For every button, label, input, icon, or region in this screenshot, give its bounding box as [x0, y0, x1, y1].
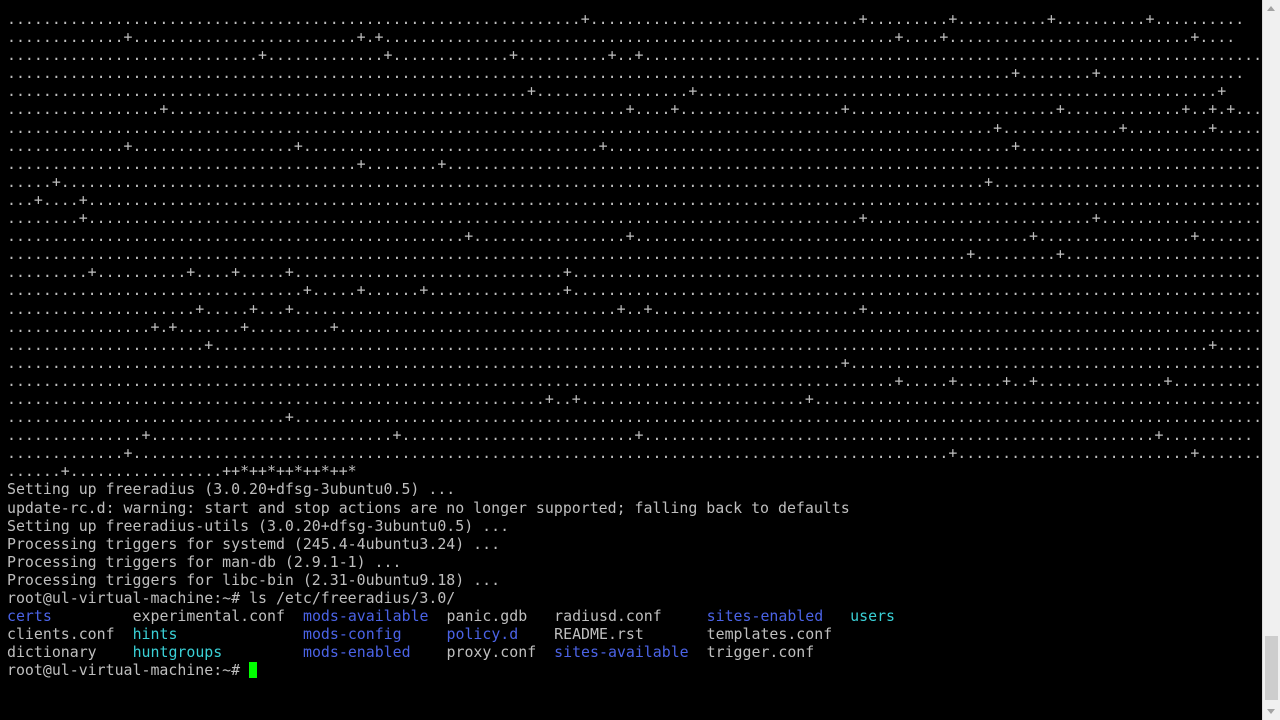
key-art-line: ........................................… — [7, 119, 1262, 137]
key-art-line: ........................................… — [7, 372, 1262, 390]
listing-entry: sites-enabled — [706, 607, 824, 626]
listing-entry: sites-available — [554, 643, 689, 662]
key-art-line: .............+..........................… — [7, 444, 1262, 462]
key-art-text: .........+..........+....+.....+........… — [7, 263, 1262, 282]
key-art-text: ........................................… — [7, 371, 1262, 390]
key-art-line: ......................+.................… — [7, 336, 1262, 354]
output-line: Processing triggers for systemd (245.4-4… — [7, 535, 1262, 553]
key-art-line: ........................................… — [7, 82, 1262, 100]
output-line: update-rc.d: warning: start and stop act… — [7, 499, 1262, 517]
key-art-line: ........+...............................… — [7, 209, 1262, 227]
listing-row: certs experimental.conf mods-available pani… — [7, 607, 1262, 625]
listing-entry: radiusd.conf — [554, 607, 662, 626]
listing-entry: proxy.conf — [446, 643, 537, 662]
key-art-text: ........................................… — [7, 353, 1262, 372]
output-text: Processing triggers for libc-bin (2.31-0… — [7, 570, 501, 589]
key-art-text: .....+..................................… — [7, 172, 1262, 191]
key-art-text: .......................................+… — [7, 154, 1262, 173]
output-line: Setting up freeradius (3.0.20+dfsg-3ubun… — [7, 480, 1262, 498]
output-text: Processing triggers for man-db (2.9.1-1)… — [7, 552, 402, 571]
output-text: update-rc.d: warning: start and stop act… — [7, 498, 850, 517]
scroll-up-arrow-icon[interactable] — [1263, 0, 1280, 17]
key-art-text: ................+.+.......+.........+...… — [7, 317, 1262, 336]
listing-entry: certs — [7, 607, 52, 626]
listing-entry: templates.conf — [706, 625, 833, 644]
listing-entry: experimental.conf — [132, 607, 285, 626]
listing-entry: users — [850, 607, 895, 626]
key-art-line: ...............................+........… — [7, 408, 1262, 426]
key-art-line: ........................................… — [7, 245, 1262, 263]
listing-row: dictionary huntgroups mods-enabled proxy.co… — [7, 643, 1262, 661]
key-art-line: ........................................… — [7, 354, 1262, 372]
key-art-text: ........................................… — [7, 10, 1245, 28]
shell-command: ls /etc/freeradius/3.0/ — [249, 589, 456, 607]
key-art-text: .....................+.....+...+........… — [7, 299, 1262, 318]
listing-entry: mods-config — [303, 625, 402, 644]
shell-prompt: root@ul-virtual-machine:~# — [7, 589, 241, 607]
terminal-cursor — [249, 662, 258, 679]
output-text: Setting up freeradius (3.0.20+dfsg-3ubun… — [7, 480, 456, 499]
output-text: Processing triggers for systemd (245.4-4… — [7, 534, 501, 553]
key-art-text: ......+.................++*++*++*++*++* — [7, 462, 357, 481]
key-art-line: .........+..........+....+.....+........… — [7, 263, 1262, 281]
prompt-line: root@ul-virtual-machine:~# — [7, 661, 1262, 679]
key-art-line: .................+......................… — [7, 100, 1262, 118]
key-art-line: ............................+...........… — [7, 46, 1262, 64]
key-art-text: ........................................… — [7, 245, 1262, 264]
scrollbar-thumb[interactable] — [1265, 636, 1278, 700]
key-art-text: .................+......................… — [7, 100, 1262, 119]
key-art-text: ........................................… — [7, 227, 1262, 246]
key-art-text: ...............+........................… — [7, 426, 1254, 445]
key-art-text: ........+...............................… — [7, 209, 1262, 228]
key-art-text: ......................+.................… — [7, 335, 1262, 354]
key-art-text: ............................+...........… — [7, 46, 1262, 65]
key-art-text: ........................................… — [7, 82, 1227, 101]
scroll-down-arrow-icon[interactable] — [1263, 703, 1280, 720]
output-line: Processing triggers for libc-bin (2.31-0… — [7, 571, 1262, 589]
key-art-text: .................................+.....+… — [7, 281, 1262, 300]
key-art-text: ........................................… — [7, 389, 1262, 408]
key-art-text: .............+..........................… — [7, 444, 1262, 463]
key-art-line: .....................+.....+...+........… — [7, 300, 1262, 318]
key-art-line: .......................................+… — [7, 155, 1262, 173]
listing-entry: dictionary — [7, 643, 97, 662]
key-art-text: ........................................… — [7, 118, 1262, 137]
key-art-line: .............+.........................+… — [7, 28, 1262, 46]
listing-entry: huntgroups — [132, 643, 223, 662]
key-art-line: ...+....+...............................… — [7, 191, 1262, 209]
key-art-text: ........................................… — [7, 64, 1245, 83]
shell-prompt: root@ul-virtual-machine:~# — [7, 661, 241, 680]
listing-row: clients.conf hints mods-config policy.d READ… — [7, 625, 1262, 643]
key-art-line: ........................................… — [7, 64, 1262, 82]
key-art-text: ...+....+...............................… — [7, 190, 1262, 209]
output-line: Setting up freeradius-utils (3.0.20+dfsg… — [7, 517, 1262, 535]
key-art-line: .................................+.....+… — [7, 281, 1262, 299]
key-art-line: ........................................… — [7, 227, 1262, 245]
listing-entry: policy.d — [446, 625, 519, 644]
listing-entry: mods-enabled — [303, 643, 411, 662]
listing-entry: hints — [132, 625, 178, 644]
output-text: Setting up freeradius-utils (3.0.20+dfsg… — [7, 516, 510, 535]
key-art-line: ........................................… — [7, 10, 1262, 28]
key-art-text: .............+.........................+… — [7, 28, 1236, 47]
key-art-line: ...............+........................… — [7, 426, 1262, 444]
key-art-text: .............+..................+.......… — [7, 136, 1262, 155]
key-art-line: ......+.................++*++*++*++*++* — [7, 462, 1262, 480]
vertical-scrollbar[interactable] — [1262, 0, 1280, 720]
command-line: root@ul-virtual-machine:~# ls /etc/freer… — [7, 589, 1262, 607]
terminal-window[interactable]: ........................................… — [0, 0, 1262, 720]
terminal-output: ........................................… — [7, 10, 1262, 679]
listing-entry: clients.conf — [7, 625, 115, 644]
listing-entry: mods-available — [303, 607, 429, 626]
key-art-line: .....+..................................… — [7, 173, 1262, 191]
key-art-line: ................+.+.......+.........+...… — [7, 318, 1262, 336]
key-art-line: .............+..................+.......… — [7, 137, 1262, 155]
listing-entry: trigger.conf — [706, 643, 815, 662]
listing-entry: panic.gdb — [446, 607, 528, 626]
key-art-text: ...............................+........… — [7, 408, 1262, 427]
output-line: Processing triggers for man-db (2.9.1-1)… — [7, 553, 1262, 571]
listing-entry: README.rst — [554, 625, 644, 644]
key-art-line: ........................................… — [7, 390, 1262, 408]
